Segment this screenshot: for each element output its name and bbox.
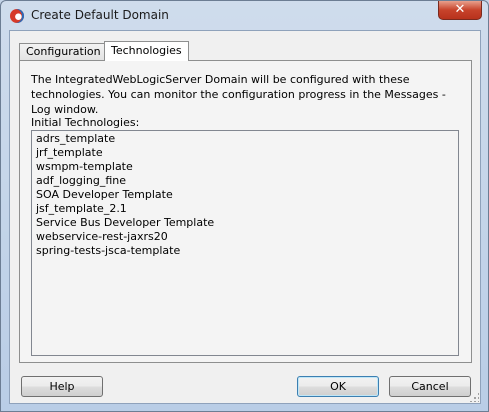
list-item[interactable]: adf_logging_fine (36, 174, 454, 188)
help-button[interactable]: Help (21, 376, 103, 397)
window-title: Create Default Domain (31, 8, 169, 22)
list-item[interactable]: adrs_template (36, 132, 454, 146)
list-item[interactable]: Service Bus Developer Template (36, 216, 454, 230)
dialog-content: Configuration Technologies The Integrate… (9, 30, 481, 404)
list-item[interactable]: webservice-rest-jaxrs20 (36, 230, 454, 244)
list-item[interactable]: wsmpm-template (36, 160, 454, 174)
cancel-button-label: Cancel (411, 380, 449, 393)
technologies-list[interactable]: adrs_template jrf_template wsmpm-templat… (31, 130, 459, 356)
tab-configuration[interactable]: Configuration (19, 43, 105, 60)
close-button[interactable]: ✕ (438, 1, 482, 20)
list-item[interactable]: spring-tests-jsca-template (36, 244, 454, 258)
title-bar[interactable]: Create Default Domain ✕ (1, 1, 488, 29)
technologies-panel: The IntegratedWebLogicServer Domain will… (19, 60, 472, 363)
ok-button-label: OK (330, 380, 346, 393)
list-item[interactable]: SOA Developer Template (36, 188, 454, 202)
tab-technologies[interactable]: Technologies (104, 41, 189, 61)
ok-button[interactable]: OK (297, 376, 379, 397)
dialog-window: Create Default Domain ✕ Configuration Te… (0, 0, 489, 412)
description-text: The IntegratedWebLogicServer Domain will… (31, 73, 446, 116)
close-icon: ✕ (454, 2, 466, 17)
cancel-button[interactable]: Cancel (389, 376, 471, 397)
help-button-label: Help (49, 380, 75, 393)
list-item[interactable]: jrf_template (36, 146, 454, 160)
list-item[interactable]: jsf_template_2.1 (36, 202, 454, 216)
oracle-app-icon (10, 9, 24, 23)
initial-technologies-label: Initial Technologies: (31, 116, 140, 129)
